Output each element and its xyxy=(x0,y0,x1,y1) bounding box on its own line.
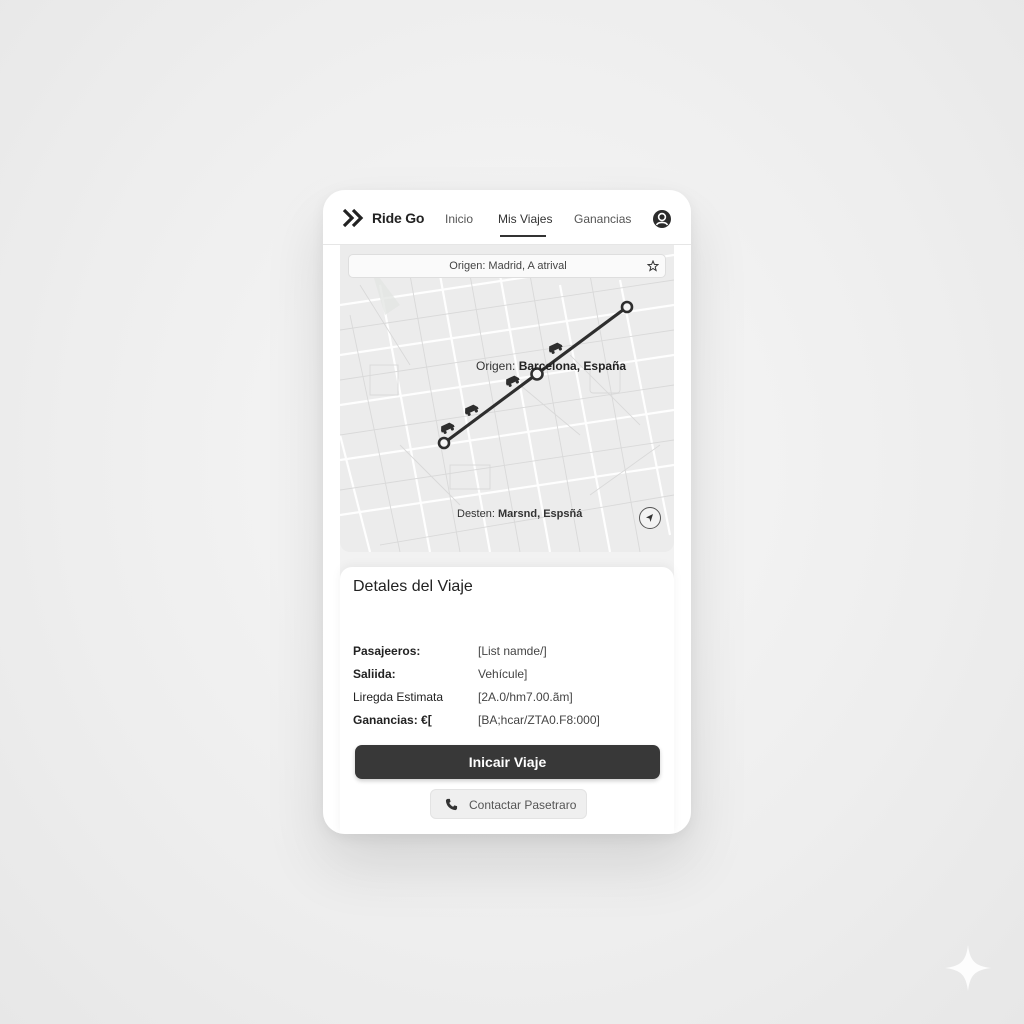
brand-name: Ride Go xyxy=(372,210,425,226)
start-trip-button[interactable]: Inicair Viaje xyxy=(355,745,660,779)
detail-value: [BA;hcar/ZTA0.F8:000] xyxy=(478,713,600,727)
detail-key: Pasajeeros: xyxy=(353,644,421,658)
map-search-input[interactable]: Origen: Madrid, A atrival xyxy=(348,254,666,278)
compass-icon xyxy=(646,514,653,522)
car-icon xyxy=(441,422,455,434)
left-gutter xyxy=(323,245,340,834)
nav-item-inicio[interactable]: Inicio xyxy=(445,212,473,226)
trip-details-card: Detales del Viaje Pasajeeros: [List namd… xyxy=(340,567,674,834)
origin-place: Barcelona, España xyxy=(518,359,627,373)
destination-label: Desten: Marsnd, Espsñá xyxy=(457,508,582,520)
origin-prefix: Origen: xyxy=(476,359,516,373)
detail-key: Ganancias: €[ xyxy=(353,713,432,727)
detail-value: [List namde/] xyxy=(478,644,547,658)
nav-item-ganancias[interactable]: Ganancias xyxy=(574,212,631,226)
route-map[interactable]: Origen: Madrid, A atrival Origen: Barcel… xyxy=(340,245,674,552)
car-icon xyxy=(506,375,520,387)
star-icon[interactable] xyxy=(647,260,659,272)
detail-key: Liregda Estimata xyxy=(353,690,444,704)
detail-value: Vehícule] xyxy=(478,667,528,681)
sparkle-icon xyxy=(945,945,991,991)
app-window: Ride Go Inicio Mis Viajes Ganancias Orig… xyxy=(323,190,691,834)
map-search-text: Origen: Madrid, A atrival xyxy=(449,260,567,272)
detail-value: [2A.0/hm7.00.ãm] xyxy=(478,690,573,704)
compass-button[interactable] xyxy=(639,507,661,529)
user-avatar-icon[interactable] xyxy=(652,209,672,229)
contact-passenger-button[interactable]: Contactar Pasetraro xyxy=(430,789,587,819)
right-gutter xyxy=(674,245,691,834)
top-navigation-bar: Ride Go Inicio Mis Viajes Ganancias xyxy=(323,190,691,245)
active-tab-indicator xyxy=(500,235,546,237)
car-icon xyxy=(549,342,563,354)
origin-label: Origen: Barcelona, España xyxy=(476,359,626,373)
nav-item-mis-viajes[interactable]: Mis Viajes xyxy=(498,212,552,226)
contact-passenger-label: Contactar Pasetraro xyxy=(469,798,577,812)
phone-icon xyxy=(445,798,458,811)
detail-key: Saliida: xyxy=(353,667,396,681)
street-grid xyxy=(340,253,674,552)
car-icon xyxy=(465,404,479,416)
card-title: Detales del Viaje xyxy=(353,578,473,595)
destination-place: Marsnd, Espsñá xyxy=(497,508,583,520)
destination-prefix: Desten: xyxy=(457,508,495,520)
ride-go-logo-icon xyxy=(342,208,364,228)
